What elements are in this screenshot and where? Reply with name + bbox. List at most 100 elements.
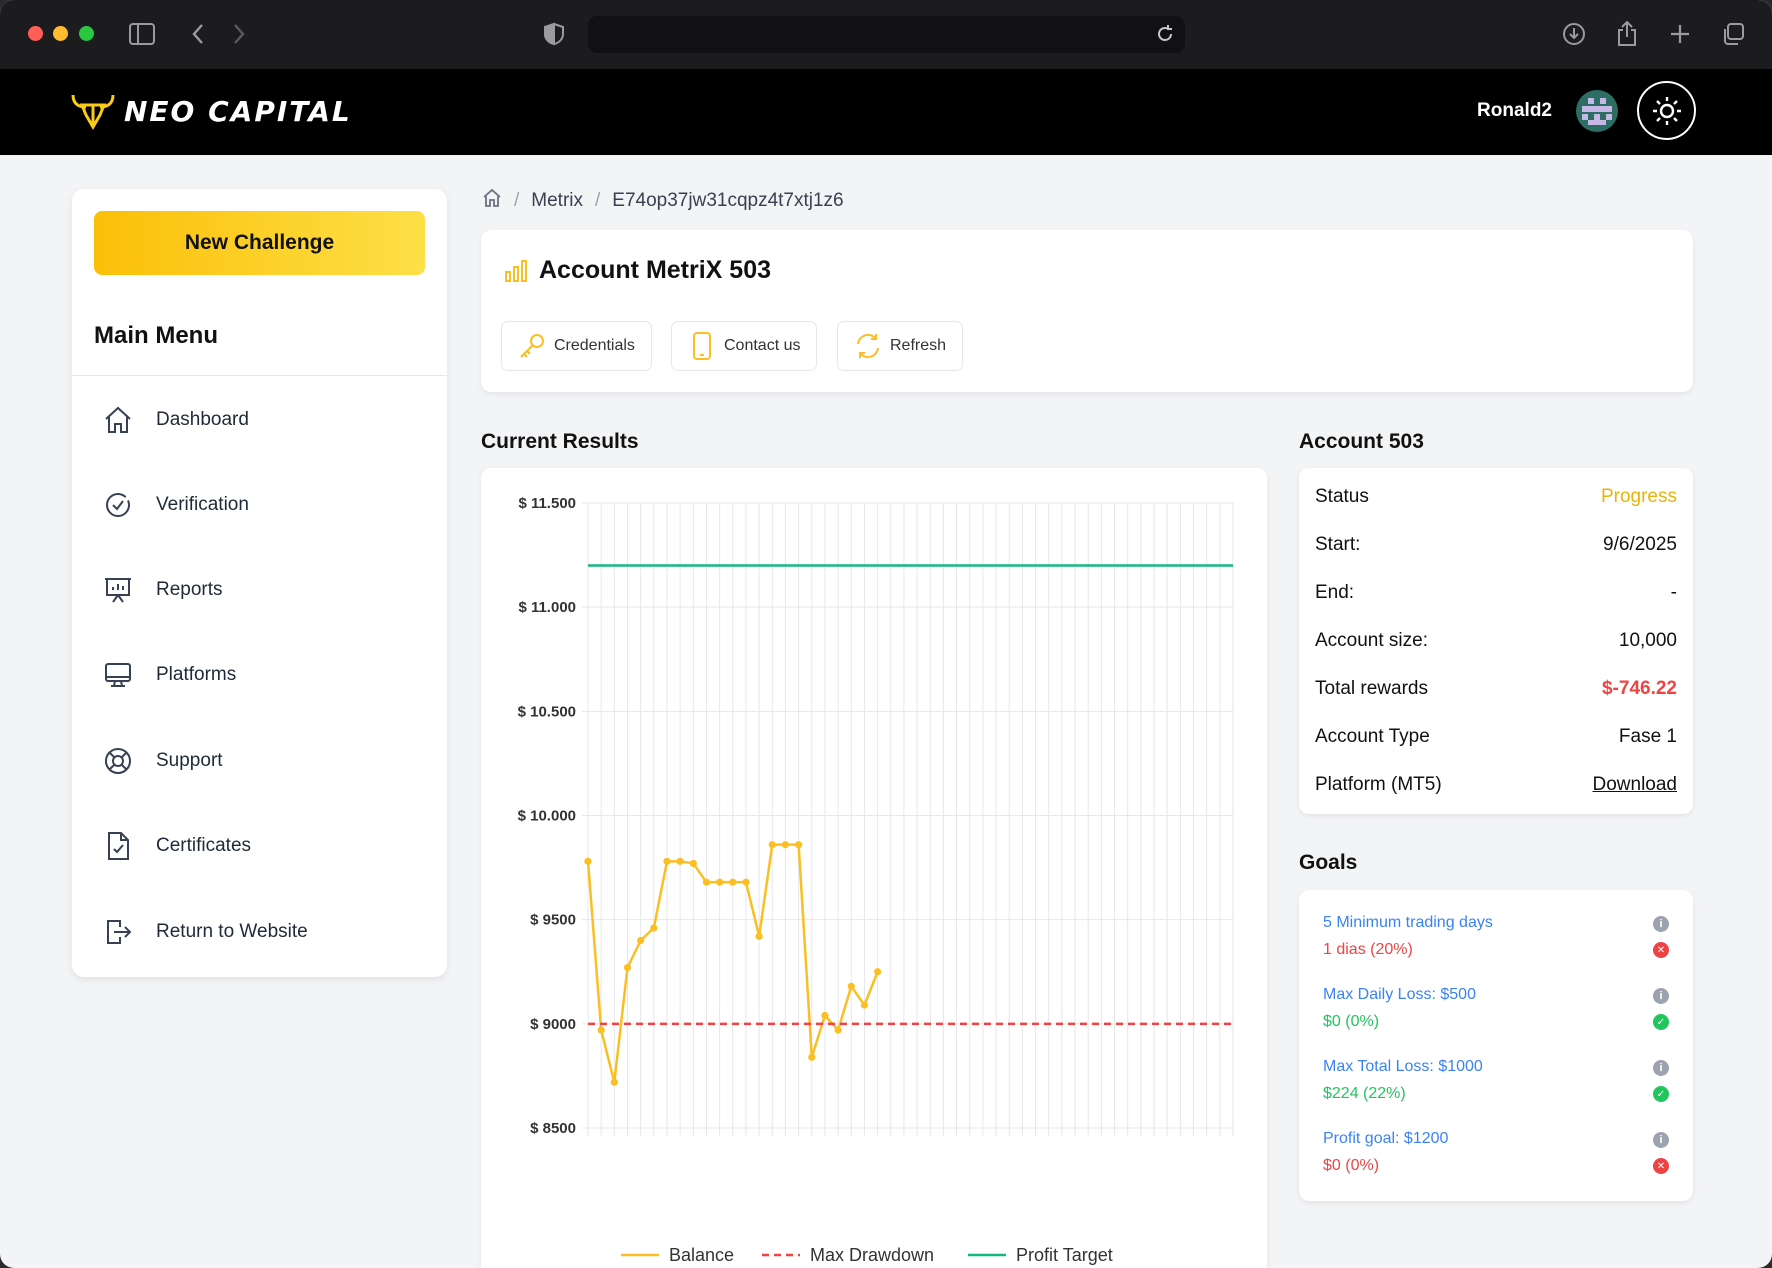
goal-item: Max Total Loss: $1000 $224 (22%) i ✓ <box>1323 1058 1669 1110</box>
maximize-window-button[interactable] <box>79 26 94 41</box>
username[interactable]: Ronald2 <box>1477 100 1552 122</box>
account-size-row: Account size: 10,000 <box>1315 626 1677 656</box>
goal-name: Profit goal: $1200 <box>1323 1130 1449 1147</box>
platform-row: Platform (MT5) Download <box>1315 770 1677 800</box>
platform-label: Platform (MT5) <box>1315 774 1442 795</box>
sidebar-item-verification[interactable]: Verification <box>102 482 422 528</box>
new-tab-icon[interactable] <box>1666 20 1694 48</box>
balance-point <box>650 924 658 932</box>
sidebar-item-dashboard[interactable]: Dashboard <box>102 397 422 443</box>
goal-item: Profit goal: $1200 $0 (0%) i ✕ <box>1323 1130 1669 1182</box>
info-icon[interactable]: i <box>1653 1132 1669 1148</box>
goal-value: $0 (0%) <box>1323 1157 1380 1174</box>
account-title: Account MetriX 503 <box>539 256 772 284</box>
balance-point <box>610 1078 618 1086</box>
sidebar-item-return-to-website[interactable]: Return to Website <box>102 909 422 955</box>
download-icon[interactable] <box>1560 20 1588 48</box>
legend-item: Profit Target <box>1016 1245 1113 1265</box>
chart-legend[interactable]: Balance Max Drawdown Profit Target <box>621 1245 1113 1265</box>
y-tick-label: $ 11.000 <box>518 599 576 616</box>
back-icon[interactable] <box>184 20 212 48</box>
pixel-avatar-icon <box>1582 98 1612 125</box>
y-tick-label: $ 10.500 <box>518 703 576 720</box>
home-icon[interactable] <box>482 188 502 214</box>
breadcrumb-metrix[interactable]: Metrix <box>531 190 583 212</box>
breadcrumb-account-id: E74op37jw31cqpz4t7xtj1z6 <box>612 190 844 211</box>
forward-icon[interactable] <box>225 20 253 48</box>
balance-point <box>716 878 724 886</box>
sidebar-item-certificates[interactable]: Certificates <box>102 823 422 869</box>
info-icon[interactable]: i <box>1653 916 1669 932</box>
y-tick-label: $ 11.500 <box>518 495 576 512</box>
refresh-icon <box>854 332 882 360</box>
sidebar-toggle-icon[interactable] <box>128 20 156 48</box>
contact-us-button[interactable]: Contact us <box>671 321 818 371</box>
browser-window: NEO CAPITAL Ronald2 New Challenge Main M… <box>0 0 1772 1268</box>
goals-card: 5 Minimum trading days 1 dias (20%) i ✕ … <box>1299 890 1693 1201</box>
results-chart-card: $ 11.500 $ 11.000 $ 10.500 $ 10.000 $ 9500 $ … <box>481 468 1267 1268</box>
balance-point <box>847 982 855 990</box>
sidebar-item-label: Certificates <box>156 835 252 856</box>
start-row: Start: 9/6/2025 <box>1315 530 1677 560</box>
end-label: End: <box>1315 582 1355 603</box>
sidebar: New Challenge Main Menu Dashboard Verifi… <box>72 189 447 977</box>
shield-icon[interactable] <box>540 20 568 48</box>
sidebar-item-label: Support <box>156 750 223 771</box>
balance-point <box>808 1053 816 1061</box>
balance-point <box>663 857 671 865</box>
brand-name: NEO CAPITAL <box>124 94 352 128</box>
breadcrumb-separator: / <box>514 190 520 211</box>
sidebar-item-label: Platforms <box>156 664 237 685</box>
start-label: Start: <box>1315 534 1361 555</box>
balance-point <box>755 932 763 940</box>
brand-logo[interactable]: NEO CAPITAL <box>70 91 352 131</box>
end-row: End: - <box>1315 578 1677 608</box>
close-window-button[interactable] <box>28 26 43 41</box>
breadcrumb-separator: / <box>595 190 601 211</box>
chart-series <box>584 564 1233 1086</box>
download-link[interactable]: Download <box>1593 774 1678 796</box>
avatar[interactable] <box>1576 90 1618 132</box>
goal-item: Max Daily Loss: $500 $0 (0%) i ✓ <box>1323 986 1669 1038</box>
balance-point <box>623 963 632 972</box>
legend-item: Balance <box>669 1245 734 1265</box>
main-menu-title: Main Menu <box>94 322 218 349</box>
y-tick-label: $ 9000 <box>530 1016 576 1033</box>
goal-name: 5 Minimum trading days <box>1323 914 1493 931</box>
balance-point <box>795 841 803 849</box>
account-type-value: Fase 1 <box>1618 726 1677 747</box>
new-challenge-button[interactable]: New Challenge <box>94 211 425 275</box>
error-icon: ✕ <box>1653 1158 1669 1174</box>
minimize-window-button[interactable] <box>53 26 68 41</box>
balance-point <box>702 878 711 886</box>
bar-chart-icon <box>503 258 529 284</box>
check-circle-icon <box>102 489 134 521</box>
goal-item: 5 Minimum trading days 1 dias (20%) i ✕ <box>1323 914 1669 966</box>
info-icon[interactable]: i <box>1653 1060 1669 1076</box>
check-icon: ✓ <box>1653 1014 1669 1030</box>
sidebar-item-platforms[interactable]: Platforms <box>102 652 422 698</box>
account-type-row: Account Type Fase 1 <box>1315 722 1677 752</box>
error-icon: ✕ <box>1653 942 1669 958</box>
home-icon <box>102 404 134 436</box>
goal-name: Max Total Loss: $1000 <box>1323 1058 1483 1075</box>
refresh-button[interactable]: Refresh <box>837 321 964 371</box>
credentials-button[interactable]: Credentials <box>501 321 652 371</box>
status-label: Status <box>1315 486 1369 507</box>
address-bar[interactable] <box>588 16 1185 53</box>
tab-overview-icon[interactable] <box>1719 20 1747 48</box>
share-icon[interactable] <box>1613 20 1641 48</box>
theme-toggle-button[interactable] <box>1637 81 1696 140</box>
account-size-value: 10,000 <box>1618 630 1677 651</box>
sidebar-item-support[interactable]: Support <box>102 738 422 784</box>
balance-point <box>729 878 737 886</box>
reload-icon[interactable] <box>1155 24 1175 44</box>
balance-point <box>676 857 684 865</box>
info-icon[interactable]: i <box>1653 988 1669 1004</box>
balance-point <box>742 878 750 886</box>
current-results-title: Current Results <box>481 430 639 453</box>
total-rewards-label: Total rewards <box>1315 678 1428 699</box>
sidebar-item-reports[interactable]: Reports <box>102 567 422 613</box>
account-header-card: Account MetriX 503 Credentials Contact u… <box>481 230 1693 392</box>
balance-point <box>584 857 592 865</box>
